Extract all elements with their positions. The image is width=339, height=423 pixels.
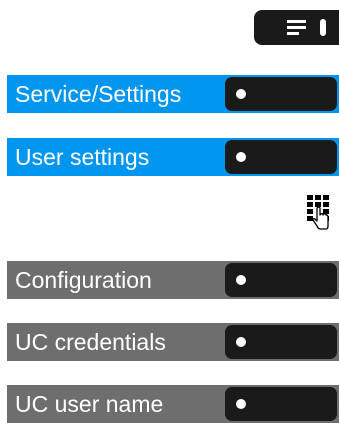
row-configuration[interactable]: Configuration — [7, 261, 339, 299]
dot-icon — [236, 399, 246, 409]
dot-icon — [236, 275, 246, 285]
menu-key-button[interactable] — [254, 10, 339, 45]
menu-icon — [287, 20, 306, 35]
row-user-settings[interactable]: User settings — [7, 138, 339, 176]
select-key-button[interactable] — [225, 387, 337, 421]
select-key-button[interactable] — [225, 263, 337, 297]
row-label: Service/Settings — [15, 81, 182, 107]
dot-icon — [236, 89, 246, 99]
row-label: User settings — [15, 144, 150, 170]
row-label: UC credentials — [15, 329, 166, 355]
keypad-touch-icon — [307, 195, 329, 230]
row-uc-credentials[interactable]: UC credentials — [7, 323, 339, 361]
row-service-settings[interactable]: Service/Settings — [7, 75, 339, 113]
select-key-button[interactable] — [225, 325, 337, 359]
dot-icon — [236, 337, 246, 347]
select-key-button[interactable] — [225, 77, 337, 111]
row-label: Configuration — [15, 267, 152, 293]
row-label: UC user name — [15, 391, 164, 417]
select-key-button[interactable] — [225, 140, 337, 174]
menu-key-indicator — [320, 19, 326, 36]
dot-icon — [236, 152, 246, 162]
row-uc-user-name[interactable]: UC user name — [7, 385, 339, 423]
